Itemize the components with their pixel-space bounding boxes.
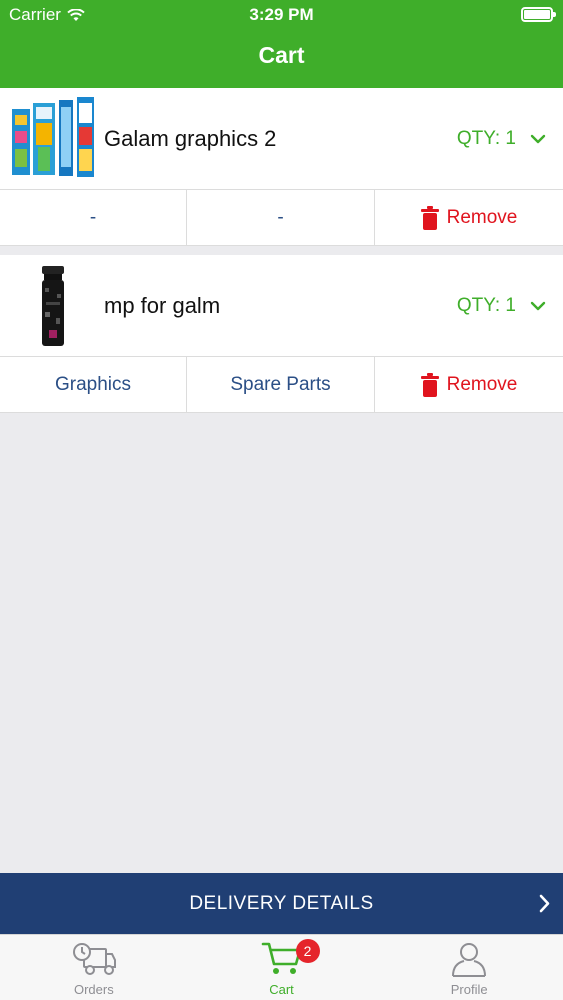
subcategory-link[interactable]: - xyxy=(187,190,375,245)
tab-label: Orders xyxy=(73,982,114,997)
battery-icon xyxy=(521,7,556,22)
tab-label: Profile xyxy=(450,982,488,997)
app-header: Carrier 3:29 PM Cart xyxy=(0,0,563,88)
subcategory-link[interactable]: Spare Parts xyxy=(187,357,375,412)
tab-orders[interactable]: Orders xyxy=(0,935,188,1000)
qty-label: QTY: 1 xyxy=(456,294,516,316)
cart-item-actions: - - Remove xyxy=(0,190,563,246)
status-bar: Carrier 3:29 PM xyxy=(0,0,563,30)
delivery-details-label: DELIVERY DETAILS xyxy=(189,892,374,914)
category-link[interactable]: - xyxy=(0,190,187,245)
tab-profile[interactable]: Profile xyxy=(375,935,563,1000)
truck-icon xyxy=(72,943,116,975)
remove-button[interactable]: Remove xyxy=(375,357,563,412)
category-link[interactable]: Graphics xyxy=(0,357,187,412)
chevron-down-icon xyxy=(530,134,546,143)
delivery-details-button[interactable]: DELIVERY DETAILS xyxy=(0,873,563,934)
cart-item[interactable]: Galam graphics 2 QTY: 1 xyxy=(0,88,563,190)
cart-item[interactable]: mp for galm QTY: 1 xyxy=(0,255,563,357)
cart-item-actions: Graphics Spare Parts Remove xyxy=(0,357,563,413)
person-icon xyxy=(452,943,487,977)
tab-bar: Orders 2 Cart Profile xyxy=(0,934,563,1000)
product-thumbnail xyxy=(10,263,96,349)
product-thumbnail xyxy=(10,96,96,182)
tab-label: Cart xyxy=(269,982,294,997)
clock: 3:29 PM xyxy=(249,5,314,24)
page-title: Cart xyxy=(258,42,305,68)
quantity-selector[interactable]: QTY: 1 xyxy=(457,255,546,356)
cart-count-badge: 2 xyxy=(295,939,320,963)
quantity-selector[interactable]: QTY: 1 xyxy=(457,88,546,189)
tab-cart[interactable]: 2 Cart xyxy=(188,935,376,1000)
chevron-right-icon xyxy=(539,894,550,913)
qty-label: QTY: 1 xyxy=(456,127,516,149)
remove-button[interactable]: Remove xyxy=(375,190,563,245)
item-name: Galam graphics 2 xyxy=(104,125,277,151)
chevron-down-icon xyxy=(530,301,546,310)
trash-icon xyxy=(420,205,439,230)
trash-icon xyxy=(420,372,439,397)
remove-label: Remove xyxy=(446,373,518,395)
item-name: mp for galm xyxy=(104,292,221,318)
remove-label: Remove xyxy=(446,206,518,228)
